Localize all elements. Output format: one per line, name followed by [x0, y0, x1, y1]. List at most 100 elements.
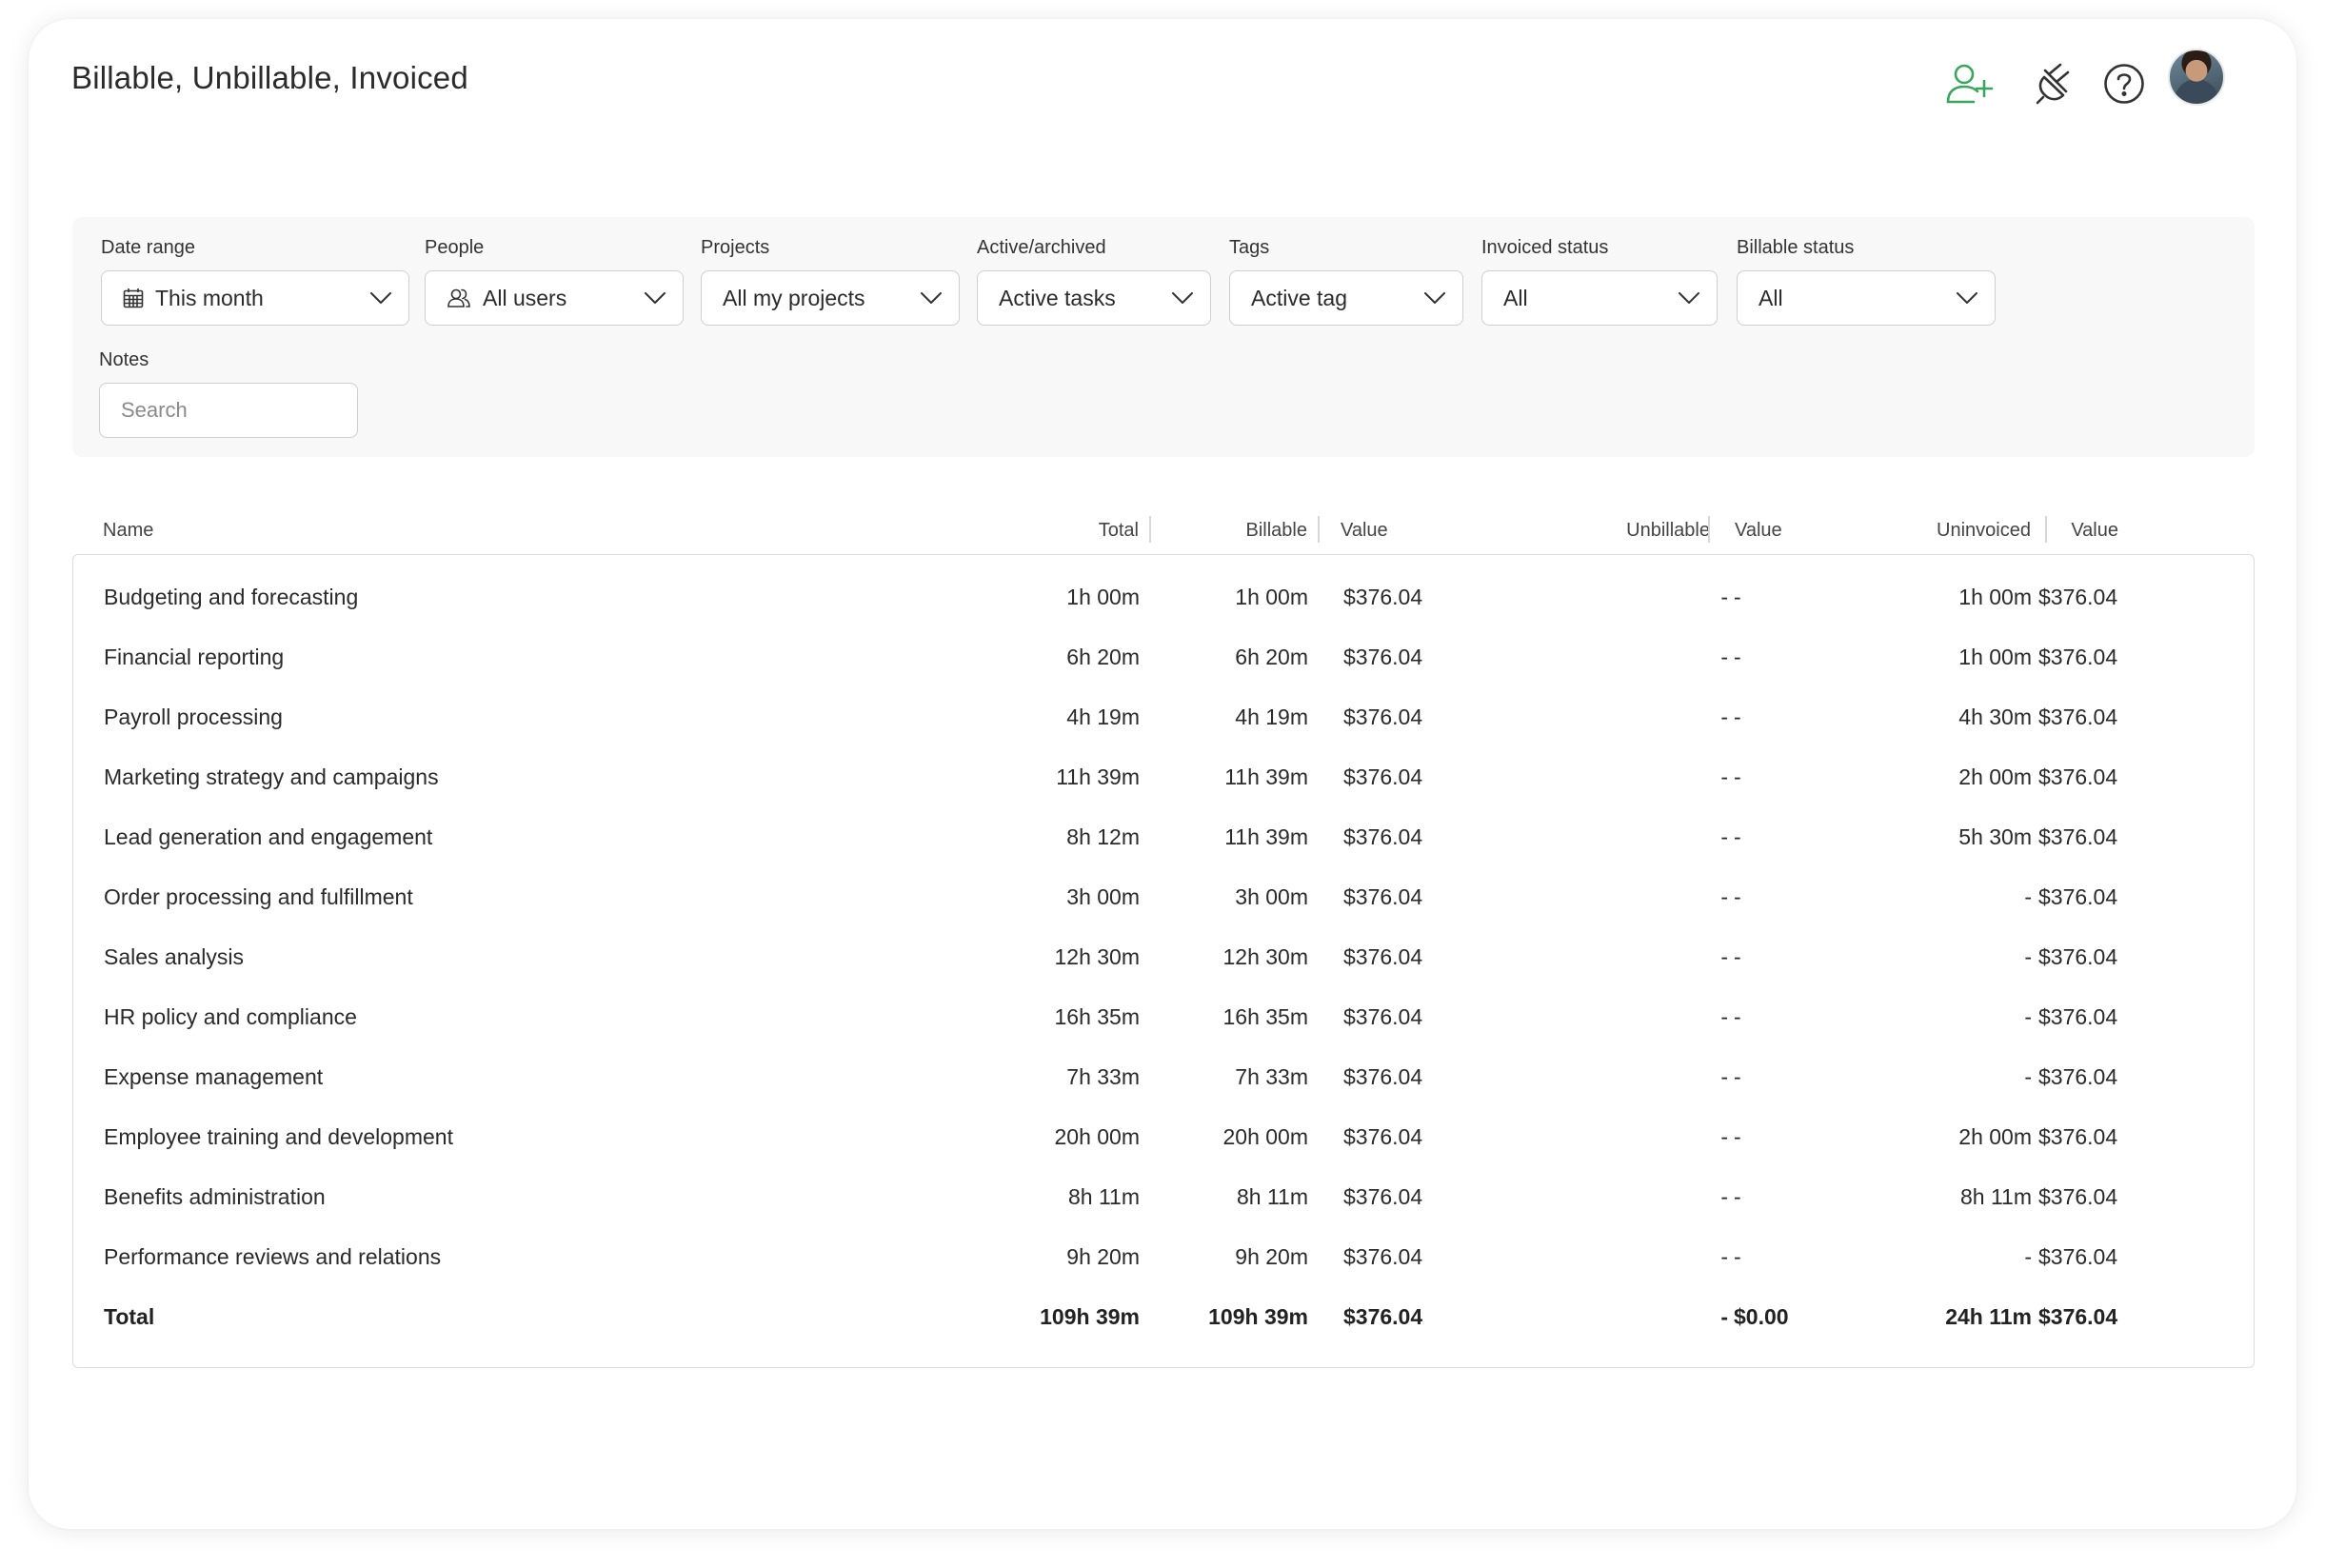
cell-unbillable-value: -	[1734, 1184, 1741, 1209]
table-row[interactable]: Benefits administration 8h 11m 8h 11m $376.…	[73, 1178, 2254, 1216]
invoiced-status-label: Invoiced status	[1481, 237, 1609, 258]
cell-uninvoiced: -	[2024, 884, 2032, 909]
date-range-filter: Date range This month	[101, 236, 409, 326]
cell-billable-value: $376.04	[1343, 1304, 1423, 1329]
tags-value: Active tag	[1251, 285, 1347, 310]
table-row[interactable]: HR policy and compliance 16h 35m 16h 35m $3…	[73, 998, 2254, 1036]
cell-name: Benefits administration	[104, 1184, 326, 1209]
billable-status-value: All	[1759, 285, 1783, 310]
people-select[interactable]: All users	[425, 270, 684, 326]
cell-uninvoiced-value: $376.04	[2038, 764, 2118, 789]
cell-billable-value: $376.04	[1343, 944, 1423, 969]
cell-uninvoiced-value: $376.04	[2038, 824, 2118, 849]
cell-billable: 8h 11m	[1236, 1184, 1308, 1209]
billable-status-label: Billable status	[1737, 237, 1855, 258]
help-icon[interactable]	[2095, 54, 2154, 113]
cell-uninvoiced-value: $376.04	[2038, 585, 2118, 609]
col-unbillable[interactable]: Unbillable	[1529, 520, 1710, 542]
cell-billable-value: $376.04	[1343, 585, 1423, 609]
tags-filter: Tags Active tag	[1229, 236, 1463, 326]
cell-billable: 3h 00m	[1235, 884, 1308, 909]
cell-uninvoiced: -	[2024, 1004, 2032, 1029]
cell-unbillable-value: -	[1734, 1244, 1741, 1269]
date-range-label: Date range	[101, 237, 195, 258]
cell-billable: 11h 39m	[1224, 764, 1308, 789]
col-billable[interactable]: Billable	[1148, 520, 1307, 542]
table-row[interactable]: Payroll processing 4h 19m 4h 19m $376.04- -4…	[73, 698, 2254, 736]
active-archived-label: Active/archived	[977, 237, 1106, 258]
table-row[interactable]: Marketing strategy and campaigns 11h 39m 1…	[73, 758, 2254, 796]
report-table: Name Total Billable Value Unbillable Val…	[72, 486, 2255, 1368]
cell-name: Marketing strategy and campaigns	[104, 764, 439, 789]
billable-status-select[interactable]: All	[1737, 270, 1996, 326]
cell-uninvoiced: 2h 00m	[1958, 764, 2032, 789]
chevron-down-icon	[370, 292, 391, 304]
table-row[interactable]: Lead generation and engagement 8h 12m 11h …	[73, 818, 2254, 856]
table-row[interactable]: Sales analysis 12h 30m 12h 30m $376.04- - - $3…	[73, 938, 2254, 976]
col-name[interactable]: Name	[103, 520, 153, 542]
cell-uninvoiced: 5h 30m	[1958, 824, 2032, 849]
add-user-icon[interactable]	[1940, 54, 1999, 113]
avatar[interactable]	[2168, 49, 2225, 106]
table-row[interactable]: Order processing and fulfillment 3h 00m 3h…	[73, 878, 2254, 916]
table-row[interactable]: Performance reviews and relations 9h 20m 9…	[73, 1238, 2254, 1276]
cell-uninvoiced-value: $376.04	[2038, 944, 2118, 969]
projects-label: Projects	[701, 237, 770, 258]
projects-select[interactable]: All my projects	[701, 270, 960, 326]
cell-unbillable-value: -	[1734, 705, 1741, 729]
cell-billable-value: $376.04	[1343, 705, 1423, 729]
table-row[interactable]: Expense management 7h 33m 7h 33m $376.04- - -…	[73, 1058, 2254, 1096]
cell-name: HR policy and compliance	[104, 1004, 357, 1029]
chevron-down-icon	[1679, 292, 1699, 304]
col-unbillable-value[interactable]: Value	[1735, 520, 1782, 542]
cell-uninvoiced: -	[2024, 944, 2032, 969]
tags-select[interactable]: Active tag	[1229, 270, 1463, 326]
date-range-select[interactable]: This month	[101, 270, 409, 326]
col-uninvoiced-value[interactable]: Value	[2037, 520, 2118, 542]
filters-panel: Date range This month People All users P…	[72, 217, 2255, 457]
cell-uninvoiced-value: $376.04	[2038, 1064, 2118, 1089]
chevron-down-icon	[1172, 292, 1193, 304]
active-archived-filter: Active/archived Active tasks	[977, 236, 1211, 326]
chevron-down-icon	[1957, 292, 1977, 304]
cell-billable-value: $376.04	[1343, 824, 1423, 849]
cell-billable: 4h 19m	[1235, 705, 1308, 729]
notes-search-input[interactable]	[99, 383, 358, 438]
cell-unbillable: -	[1720, 884, 1728, 909]
cell-billable: 16h 35m	[1222, 1004, 1308, 1029]
cell-billable-value: $376.04	[1343, 884, 1423, 909]
cell-unbillable: -	[1720, 1064, 1728, 1089]
table-row[interactable]: Budgeting and forecasting 1h 00m 1h 00m $37…	[73, 578, 2254, 616]
col-billable-value[interactable]: Value	[1341, 520, 1388, 542]
col-total[interactable]: Total	[977, 520, 1139, 542]
cell-uninvoiced: 2h 00m	[1958, 1124, 2032, 1149]
cell-name: Budgeting and forecasting	[104, 585, 359, 609]
cell-billable-value: $376.04	[1343, 764, 1423, 789]
cell-billable: 9h 20m	[1235, 1244, 1308, 1269]
invoiced-status-filter: Invoiced status All	[1481, 236, 1718, 326]
cell-billable: 6h 20m	[1235, 645, 1308, 669]
column-divider	[1708, 516, 1710, 543]
cell-billable-value: $376.04	[1343, 645, 1423, 669]
cell-billable-value: $376.04	[1343, 1184, 1423, 1209]
table-row[interactable]: Financial reporting 6h 20m 6h 20m $376.04- -…	[73, 638, 2254, 676]
header-actions	[29, 54, 2296, 121]
notes-filter: Notes	[99, 348, 358, 438]
cell-uninvoiced: 1h 00m	[1958, 645, 2032, 669]
cell-unbillable-value: -	[1734, 1004, 1741, 1029]
cell-uninvoiced: 24h 11m	[1945, 1304, 2032, 1329]
plug-icon[interactable]	[2025, 54, 2084, 113]
cell-billable: 11h 39m	[1224, 824, 1308, 849]
people-filter: People All users	[425, 236, 684, 326]
col-uninvoiced[interactable]: Uninvoiced	[1862, 520, 2031, 542]
table-total-row[interactable]: Total 109h 39m 109h 39m $376.04- $0.00 24h 11…	[73, 1298, 2254, 1336]
cell-unbillable-value: -	[1734, 884, 1741, 909]
invoiced-status-value: All	[1503, 285, 1528, 310]
invoiced-status-select[interactable]: All	[1481, 270, 1718, 326]
cell-uninvoiced-value: $376.04	[2038, 1124, 2118, 1149]
active-archived-value: Active tasks	[999, 285, 1116, 310]
table-row[interactable]: Employee training and development 20h 00m…	[73, 1118, 2254, 1156]
calendar-icon	[123, 288, 144, 308]
table-header: Name Total Billable Value Unbillable Val…	[72, 486, 2255, 554]
active-archived-select[interactable]: Active tasks	[977, 270, 1211, 326]
